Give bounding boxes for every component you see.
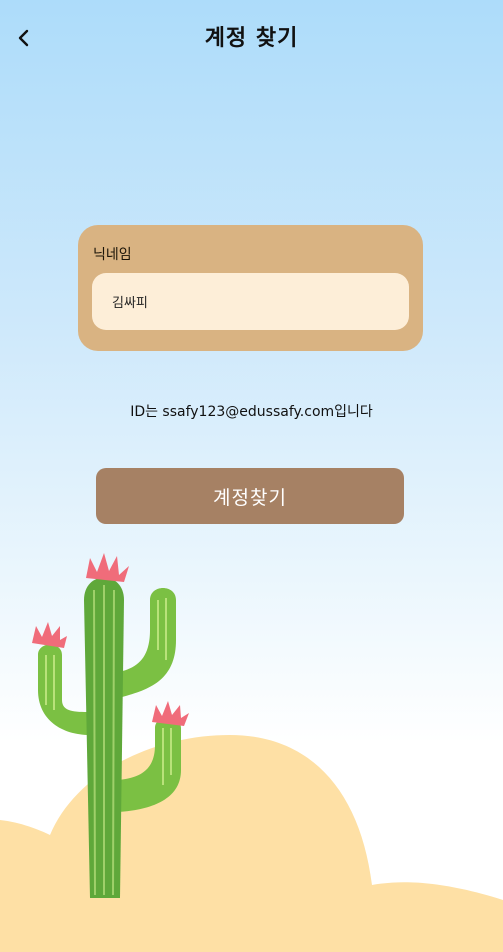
find-account-button[interactable]: 계정찾기 (96, 468, 404, 524)
sand-dune (0, 735, 503, 952)
nickname-input[interactable] (92, 273, 409, 330)
header: 계정 찾기 (0, 0, 503, 76)
desert-illustration (0, 553, 503, 952)
result-message: ID는 ssafy123@edussafy.com입니다 (130, 404, 373, 420)
cactus-flower-left (32, 622, 67, 648)
cactus-flower-right (152, 701, 189, 726)
page-title: 계정 찾기 (204, 26, 299, 51)
cactus-flower-top (86, 553, 129, 582)
nickname-card: 닉네임 (78, 225, 423, 351)
cactus-right-arm (118, 588, 176, 698)
nickname-label: 닉네임 (93, 247, 132, 263)
